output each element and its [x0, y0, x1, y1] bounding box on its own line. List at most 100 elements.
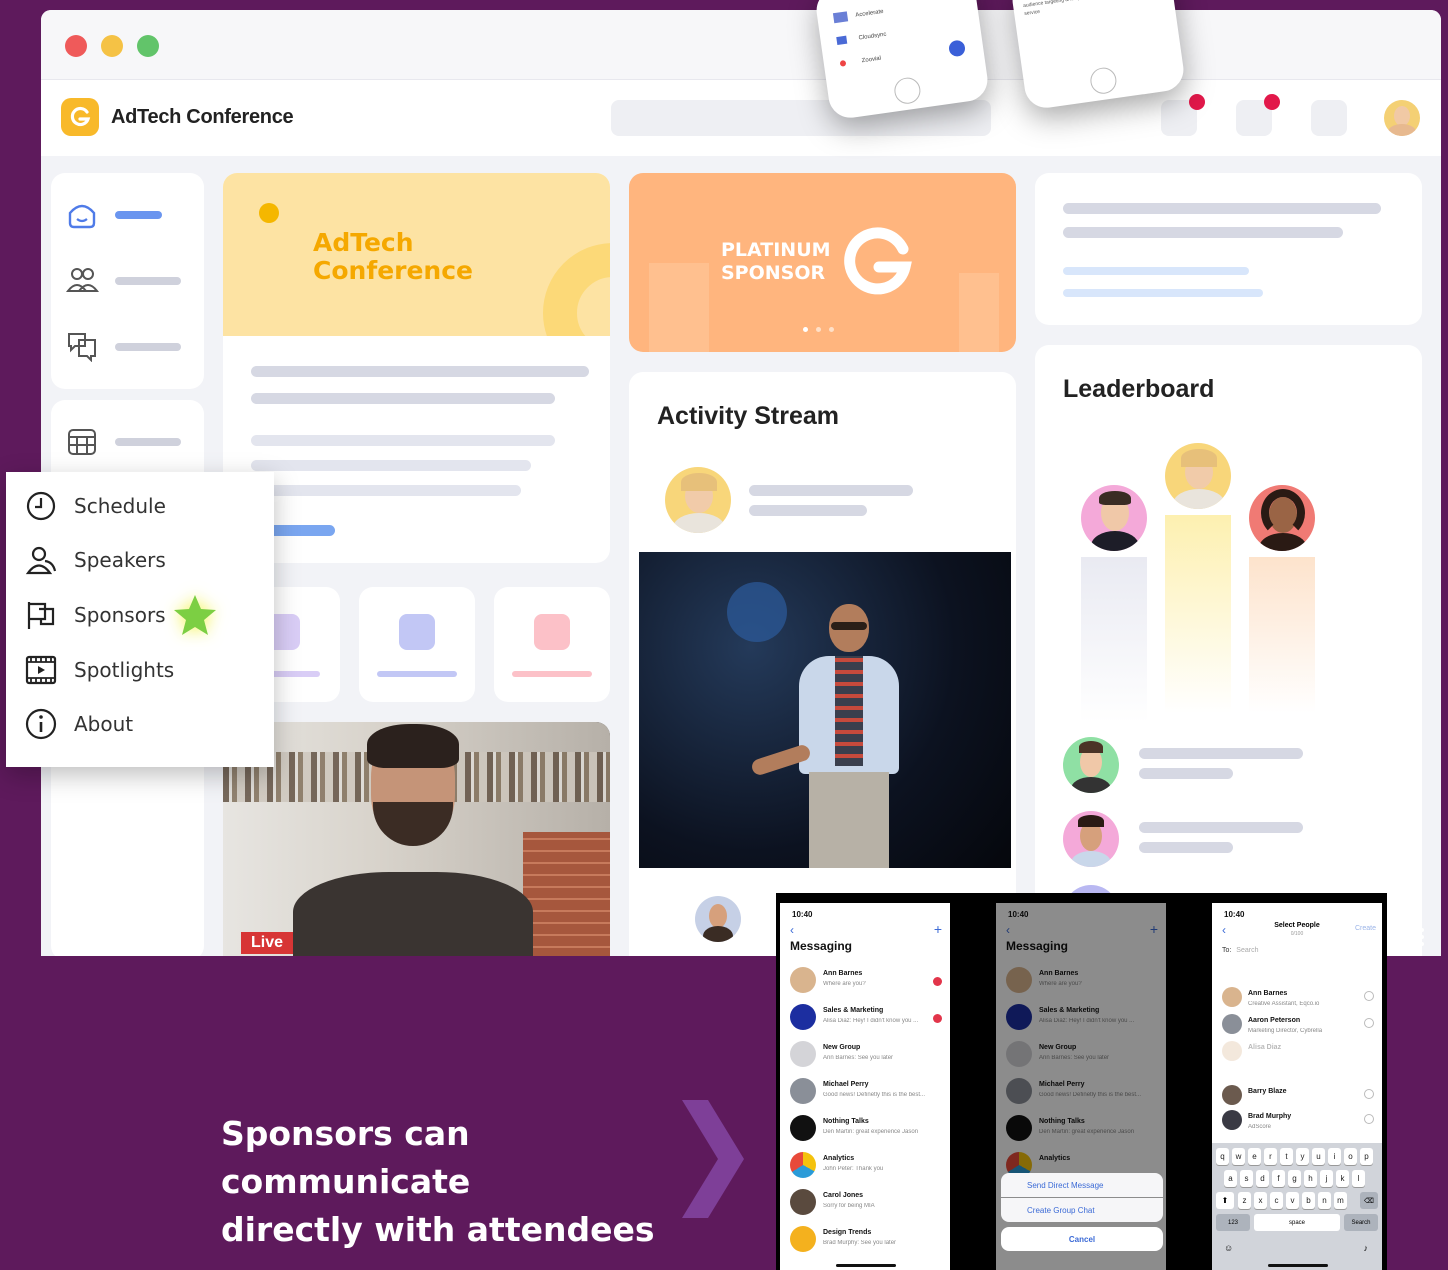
keyboard-key[interactable]: e	[1248, 1148, 1261, 1165]
keyboard-key[interactable]: w	[1232, 1148, 1245, 1165]
home-button[interactable]	[892, 76, 923, 106]
menu-item-label: Sponsors	[74, 603, 166, 627]
screen-title: Messaging	[790, 939, 853, 953]
close-window-button[interactable]	[65, 35, 87, 57]
avatar[interactable]	[665, 467, 731, 533]
list-item[interactable]: Nothing Talks Den Martin: great experienc…	[790, 1113, 950, 1147]
fab-button[interactable]	[947, 39, 967, 58]
list-item[interactable]: Brad Murphy AdScore	[1222, 1108, 1382, 1142]
keyboard-key[interactable]: o	[1344, 1148, 1357, 1165]
avatar[interactable]	[695, 896, 741, 942]
shift-key[interactable]: ⬆	[1216, 1192, 1234, 1209]
keyboard-key[interactable]: h	[1304, 1170, 1317, 1187]
keyboard-key[interactable]: l	[1352, 1170, 1365, 1187]
list-item[interactable]: Alisa Diaz	[1222, 1039, 1382, 1073]
keyboard-key[interactable]: a	[1224, 1170, 1237, 1187]
calendar-icon[interactable]	[65, 424, 99, 458]
menu-item-schedule[interactable]: Schedule	[6, 481, 274, 531]
nav-bar-placeholder	[115, 343, 181, 351]
keyboard[interactable]: qwertyuiop asdfghjkl zxcvbnm ⬆ ⌫ 123 spa…	[1212, 1143, 1382, 1270]
list-item[interactable]: New Group Ann Barnes: See you later	[790, 1039, 950, 1073]
keyboard-key[interactable]: t	[1280, 1148, 1293, 1165]
list-item[interactable]: Analytics John Peter: Thank you	[790, 1150, 950, 1184]
cancel-button[interactable]: Cancel	[1001, 1227, 1163, 1251]
search-key[interactable]: Search	[1344, 1214, 1378, 1231]
stat-tile[interactable]	[359, 587, 475, 702]
keyboard-key[interactable]: x	[1254, 1192, 1267, 1209]
speaker-body	[293, 872, 533, 956]
create-group-chat-button[interactable]: Create Group Chat	[1001, 1198, 1163, 1222]
list-item[interactable]: Ann Barnes Where are you?	[790, 965, 950, 999]
menu-item-spotlights[interactable]: Spotlights	[6, 645, 274, 695]
keyboard-key[interactable]: c	[1270, 1192, 1283, 1209]
keyboard-key[interactable]: z	[1238, 1192, 1251, 1209]
keyboard-key[interactable]: m	[1334, 1192, 1347, 1209]
message-preview: Sorry for being MIA	[823, 1203, 875, 1209]
settings-button[interactable]	[1311, 100, 1347, 136]
carousel-dot[interactable]	[803, 327, 808, 332]
send-direct-message-button[interactable]: Send Direct Message	[1001, 1173, 1163, 1197]
list-item[interactable]: Design Trends Brad Murphy: See you later	[790, 1224, 950, 1258]
carousel-dot[interactable]	[816, 327, 821, 332]
keyboard-key[interactable]: p	[1360, 1148, 1373, 1165]
messages-button[interactable]	[1236, 94, 1280, 136]
emoji-icon[interactable]: ☺	[1224, 1243, 1233, 1253]
avatar[interactable]	[1249, 485, 1315, 551]
chat-icon[interactable]	[65, 328, 99, 362]
activity-stream-title: Activity Stream	[657, 402, 840, 430]
menu-item-about[interactable]: About	[6, 699, 274, 749]
keyboard-key[interactable]: r	[1264, 1148, 1277, 1165]
keyboard-key[interactable]: f	[1272, 1170, 1285, 1187]
space-key[interactable]: space	[1254, 1214, 1340, 1231]
create-button[interactable]: Create	[1355, 925, 1376, 932]
avatar	[790, 1078, 816, 1104]
menu-item-label: Schedule	[74, 494, 166, 518]
keyboard-key[interactable]: s	[1240, 1170, 1253, 1187]
home-icon[interactable]	[65, 197, 99, 231]
compose-plus-icon[interactable]: +	[934, 921, 942, 937]
people-icon[interactable]	[65, 263, 99, 297]
stat-tile[interactable]	[494, 587, 610, 702]
user-avatar[interactable]	[1384, 100, 1420, 136]
keyboard-key[interactable]: d	[1256, 1170, 1269, 1187]
home-button[interactable]	[1088, 66, 1119, 96]
select-checkbox[interactable]	[1364, 991, 1374, 1001]
notifications-button[interactable]	[1161, 94, 1205, 136]
keyboard-key[interactable]: b	[1302, 1192, 1315, 1209]
menu-item-speakers[interactable]: Speakers	[6, 535, 274, 585]
avatar[interactable]	[1165, 443, 1231, 509]
select-checkbox[interactable]	[1364, 1018, 1374, 1028]
keyboard-key[interactable]: u	[1312, 1148, 1325, 1165]
to-field[interactable]: To: Search	[1222, 947, 1258, 954]
carousel-dots[interactable]	[803, 327, 834, 332]
numbers-key[interactable]: 123	[1216, 1214, 1250, 1231]
keyboard-key[interactable]: v	[1286, 1192, 1299, 1209]
keyboard-key[interactable]: k	[1336, 1170, 1349, 1187]
live-video[interactable]: Live	[223, 722, 610, 956]
keyboard-key[interactable]: n	[1318, 1192, 1331, 1209]
list-item[interactable]: Sales & Marketing Alisa Diaz: Hey! I didn…	[790, 1002, 950, 1036]
list-item[interactable]: Carol Jones Sorry for being MIA	[790, 1187, 950, 1221]
stage-photo[interactable]	[639, 552, 1011, 868]
avatar[interactable]	[1063, 811, 1119, 867]
minimize-window-button[interactable]	[101, 35, 123, 57]
select-checkbox[interactable]	[1364, 1089, 1374, 1099]
list-item[interactable]: Michael Perry Good news! Definetly this i…	[790, 1076, 950, 1110]
keyboard-key[interactable]: y	[1296, 1148, 1309, 1165]
more-options-icon[interactable]	[1420, 928, 1424, 946]
carousel-dot[interactable]	[829, 327, 834, 332]
avatar[interactable]	[1063, 737, 1119, 793]
delete-key[interactable]: ⌫	[1360, 1192, 1378, 1209]
keyboard-key[interactable]: q	[1216, 1148, 1229, 1165]
keyboard-key[interactable]: j	[1320, 1170, 1333, 1187]
sponsor-banner[interactable]: PLATINUM SPONSOR	[629, 173, 1016, 352]
avatar[interactable]	[1081, 485, 1147, 551]
select-checkbox[interactable]	[1364, 1114, 1374, 1124]
stat-tile-bar	[377, 671, 457, 677]
menu-item-sponsors[interactable]: Sponsors	[6, 590, 274, 640]
keyboard-key[interactable]: g	[1288, 1170, 1301, 1187]
maximize-window-button[interactable]	[137, 35, 159, 57]
keyboard-key[interactable]: i	[1328, 1148, 1341, 1165]
back-chevron-icon[interactable]: ‹	[790, 923, 794, 937]
microphone-icon[interactable]: ♪	[1364, 1243, 1369, 1253]
